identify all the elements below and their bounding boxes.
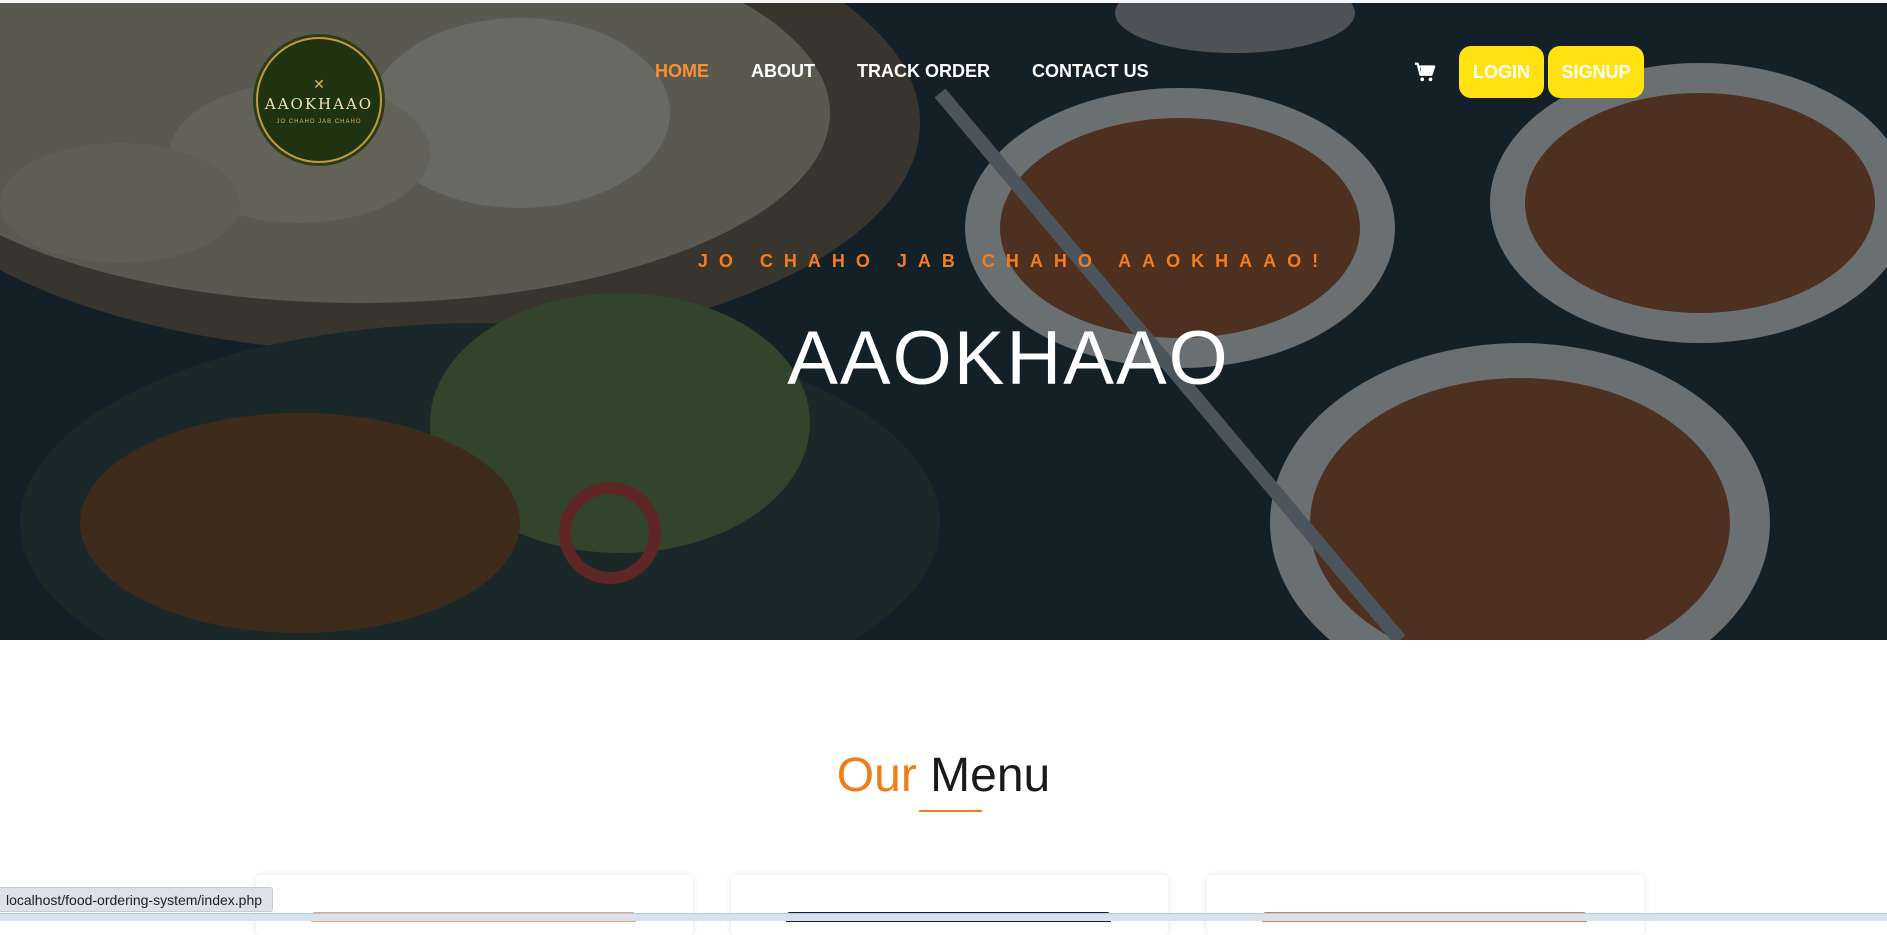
menu-section-title: Our Menu <box>0 748 1887 803</box>
hero-tagline: JO CHAHO JAB CHAHO AAOKHAAO! <box>697 251 1330 271</box>
browser-status-url: localhost/food-ordering-system/index.php <box>0 887 274 912</box>
hero-banner: ✕ AAOKHAAO JO CHAHO JAB CHAHO HOME ABOUT… <box>0 3 1887 640</box>
hero-title: AAOKHAAO <box>787 316 1230 401</box>
browser-bottom-bar <box>0 913 1887 921</box>
nav-track-order[interactable]: TRACK ORDER <box>857 61 990 82</box>
cutlery-icon: ✕ <box>313 75 325 92</box>
menu-card[interactable] <box>256 875 693 935</box>
nav-contact-us[interactable]: CONTACT US <box>1032 61 1149 82</box>
main-nav: HOME ABOUT TRACK ORDER CONTACT US <box>655 61 1149 82</box>
menu-title-accent: Our <box>836 749 917 802</box>
nav-about[interactable]: ABOUT <box>751 61 815 82</box>
signup-button[interactable]: SIGNUP <box>1548 46 1644 98</box>
brand-logo[interactable]: ✕ AAOKHAAO JO CHAHO JAB CHAHO <box>256 37 382 163</box>
cart-icon[interactable] <box>1414 61 1436 83</box>
logo-subtext: JO CHAHO JAB CHAHO <box>276 118 362 125</box>
menu-title-rest: Menu <box>930 749 1051 802</box>
menu-card[interactable] <box>1207 875 1644 935</box>
login-button[interactable]: LOGIN <box>1459 46 1544 98</box>
logo-text: AAOKHAAO <box>264 94 374 113</box>
menu-card[interactable] <box>731 875 1168 935</box>
nav-home[interactable]: HOME <box>655 61 709 82</box>
menu-title-underline <box>919 810 982 812</box>
